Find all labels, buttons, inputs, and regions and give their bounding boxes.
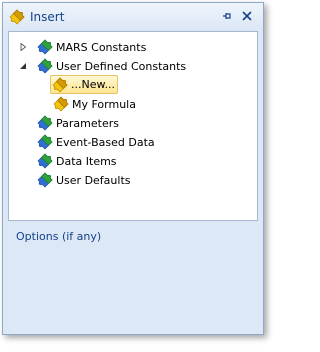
tree-item-user-defaults[interactable]: User Defaults <box>37 171 131 189</box>
tree-item-label: My Formula <box>72 97 136 111</box>
insert-window: Insert MARS Constants User Defined Const <box>2 2 264 335</box>
pin-button[interactable] <box>221 10 233 22</box>
puzzle-blue-green-icon <box>37 134 53 150</box>
collapse-chevron-icon[interactable] <box>18 61 28 71</box>
puzzle-icon <box>9 9 25 25</box>
tree-item-mars-constants[interactable]: MARS Constants <box>37 38 146 56</box>
tree-item-label: MARS Constants <box>56 40 147 54</box>
tree-item-label: Parameters <box>56 116 119 130</box>
tree-item-label: User Defaults <box>56 173 131 187</box>
tree-item-parameters[interactable]: Parameters <box>37 114 119 132</box>
tree-item-new[interactable]: ...New... <box>50 75 118 94</box>
puzzle-blue-green-icon <box>37 58 53 74</box>
expand-chevron-icon[interactable] <box>18 42 28 52</box>
tree-view[interactable]: MARS Constants User Defined Constants ..… <box>8 31 258 221</box>
puzzle-yellow-icon <box>52 77 68 92</box>
tree-item-event-based-data[interactable]: Event-Based Data <box>37 133 155 151</box>
tree-item-my-formula[interactable]: My Formula <box>53 95 136 113</box>
options-label: Options (if any) <box>16 230 102 243</box>
close-icon <box>242 11 252 21</box>
puzzle-yellow-icon <box>53 96 69 112</box>
tree-item-data-items[interactable]: Data Items <box>37 152 117 170</box>
tree-item-label: User Defined Constants <box>56 59 187 73</box>
window-title: Insert <box>30 10 65 24</box>
tree-item-label: Data Items <box>56 154 117 168</box>
pin-icon <box>223 13 231 19</box>
tree-item-label: ...New... <box>71 78 115 91</box>
title-bar: Insert <box>3 3 263 31</box>
tree-item-user-defined-constants[interactable]: User Defined Constants <box>37 57 186 75</box>
tree-item-label: Event-Based Data <box>56 135 155 149</box>
puzzle-blue-green-icon <box>37 39 53 55</box>
close-button[interactable] <box>241 10 253 22</box>
options-panel: Options (if any) <box>8 225 258 329</box>
puzzle-blue-green-icon <box>37 172 53 188</box>
puzzle-blue-green-icon <box>37 115 53 131</box>
puzzle-blue-green-icon <box>37 153 53 169</box>
